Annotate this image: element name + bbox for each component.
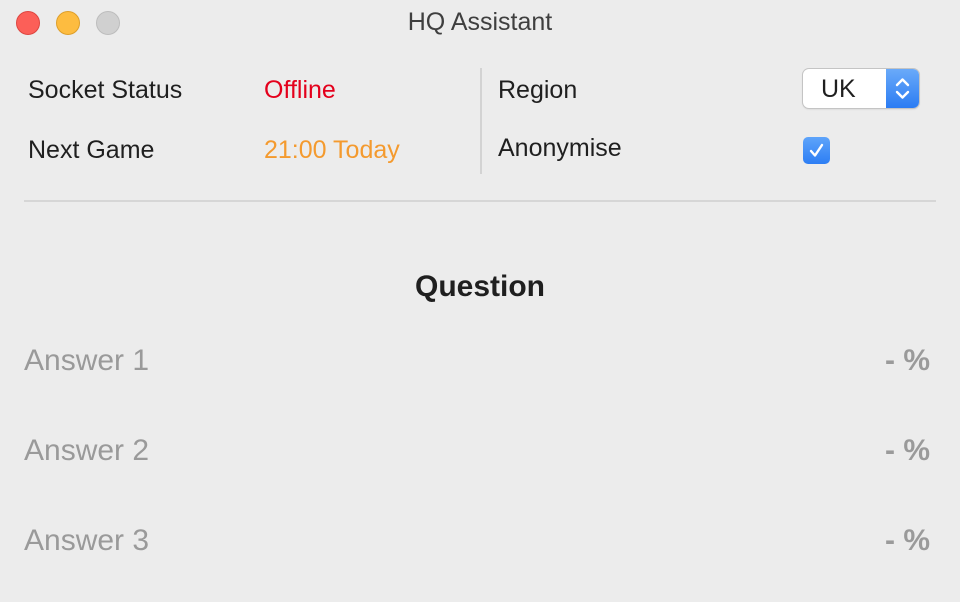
region-select[interactable]: UK: [803, 69, 919, 108]
anonymise-label: Anonymise: [498, 134, 622, 162]
question-text: Question: [414, 270, 545, 303]
region-select-value: UK: [821, 75, 856, 103]
answer-2-label: Answer 2: [24, 434, 150, 467]
answer-1-label: Answer 1: [24, 344, 150, 377]
region-label: Region: [498, 76, 578, 104]
socket-status-value: Offline: [264, 76, 336, 104]
answer-1-percent: - %: [885, 344, 930, 377]
next-game-value: 21:00 Today: [264, 136, 400, 164]
answer-3-percent: - %: [885, 524, 930, 557]
socket-status-label: Socket Status: [28, 76, 183, 104]
checkmark-icon: [809, 143, 824, 157]
answer-3-label: Answer 3: [24, 524, 150, 557]
anonymise-checkbox[interactable]: [803, 137, 830, 164]
horizontal-divider: [24, 200, 936, 202]
up-down-chevron-icon: [886, 69, 919, 108]
vertical-divider: [480, 68, 482, 174]
title-bar: HQ Assistant: [0, 0, 960, 46]
next-game-label: Next Game: [28, 136, 155, 164]
window-title: HQ Assistant: [407, 8, 553, 36]
answer-2-percent: - %: [885, 434, 930, 467]
